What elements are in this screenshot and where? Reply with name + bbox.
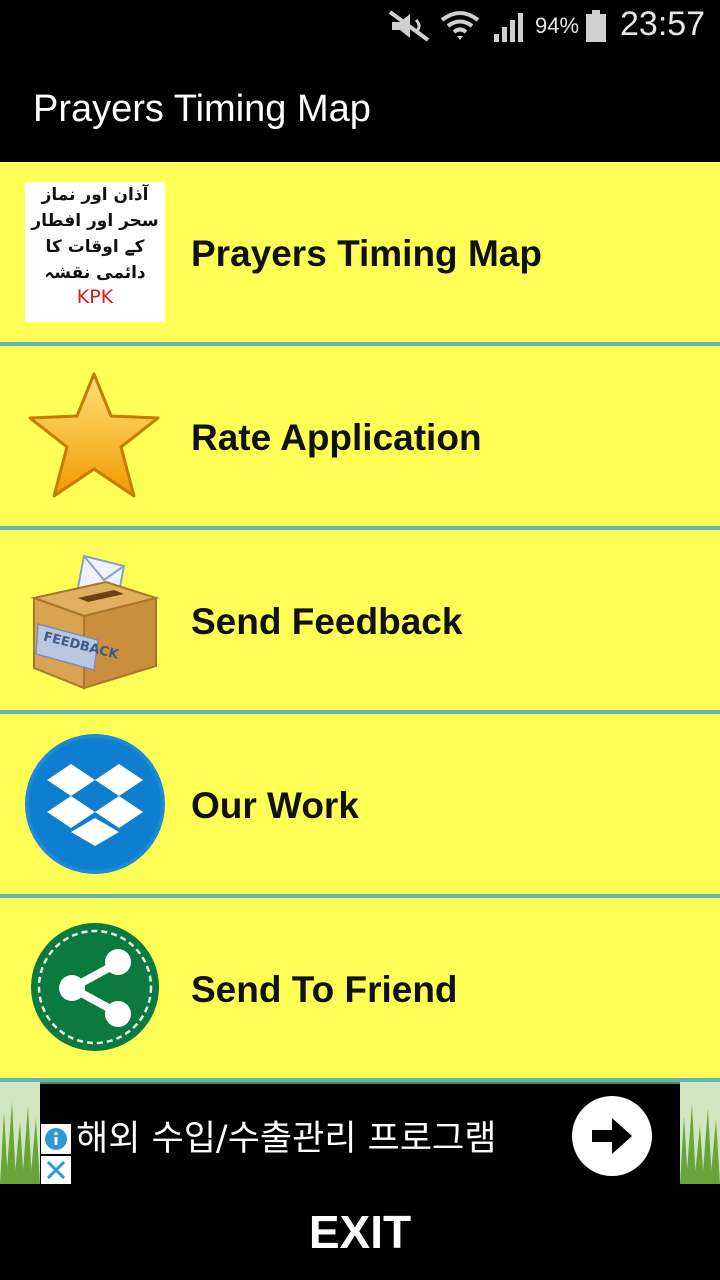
menu-item-label: Send Feedback: [191, 601, 463, 642]
mute-icon: [388, 10, 430, 42]
menu-item-our-work[interactable]: Our Work: [0, 714, 720, 894]
clock: 23:57: [620, 5, 706, 43]
thumbnail-line-2: سحر اور افطار: [31, 211, 159, 231]
thumbnail-line-3: کے اوقات کا: [45, 237, 145, 257]
dropbox-icon: [25, 734, 165, 874]
star-icon: [28, 372, 160, 498]
ad-arrow-button[interactable]: [572, 1096, 652, 1176]
status-bar: 94% 23:57: [0, 0, 720, 50]
close-icon: [46, 1160, 66, 1180]
footer-bar: EXIT: [0, 1184, 720, 1280]
ad-text: 해외 수입/수출관리 프로그램: [76, 1119, 497, 1159]
grass-image: [680, 1082, 720, 1184]
ad-info-button[interactable]: [41, 1124, 71, 1154]
battery-icon: [586, 10, 606, 42]
app-title: Prayers Timing Map: [33, 88, 371, 130]
menu-item-send-feedback[interactable]: FEEDBACK Send Feedback: [0, 530, 720, 710]
menu-item-label: Prayers Timing Map: [191, 233, 542, 274]
wifi-icon: [440, 11, 480, 40]
menu-item-prayers-timing-map[interactable]: آذان اور نماز سحر اور افطار کے اوقات کا …: [0, 162, 720, 342]
action-bar: Prayers Timing Map: [0, 50, 720, 162]
prayer-map-thumbnail: آذان اور نماز سحر اور افطار کے اوقات کا …: [25, 182, 165, 322]
signal-icon: [494, 13, 523, 42]
battery-percent: 94%: [535, 13, 580, 38]
main-menu: آذان اور نماز سحر اور افطار کے اوقات کا …: [0, 162, 720, 1082]
menu-item-send-to-friend[interactable]: Send To Friend: [0, 898, 720, 1078]
menu-item-label: Our Work: [191, 785, 359, 826]
share-icon: [31, 923, 159, 1051]
ad-content[interactable]: 해외 수입/수출관리 프로그램: [40, 1084, 680, 1184]
ad-close-button[interactable]: [41, 1156, 71, 1184]
exit-button[interactable]: EXIT: [0, 1184, 720, 1280]
ad-banner[interactable]: 해외 수입/수출관리 프로그램: [0, 1082, 720, 1184]
thumbnail-line-1: آذان اور نماز: [41, 185, 149, 205]
thumbnail-line-4: دائمی نقشہ: [44, 263, 146, 283]
menu-item-label: Rate Application: [191, 417, 482, 458]
thumbnail-region: KPK: [76, 286, 114, 308]
info-icon: [45, 1128, 67, 1150]
menu-item-rate-application[interactable]: Rate Application: [0, 346, 720, 526]
grass-image: [0, 1082, 40, 1184]
feedback-box-icon: FEEDBACK: [30, 554, 160, 690]
arrow-right-icon: [592, 1118, 632, 1154]
menu-item-label: Send To Friend: [191, 969, 458, 1010]
